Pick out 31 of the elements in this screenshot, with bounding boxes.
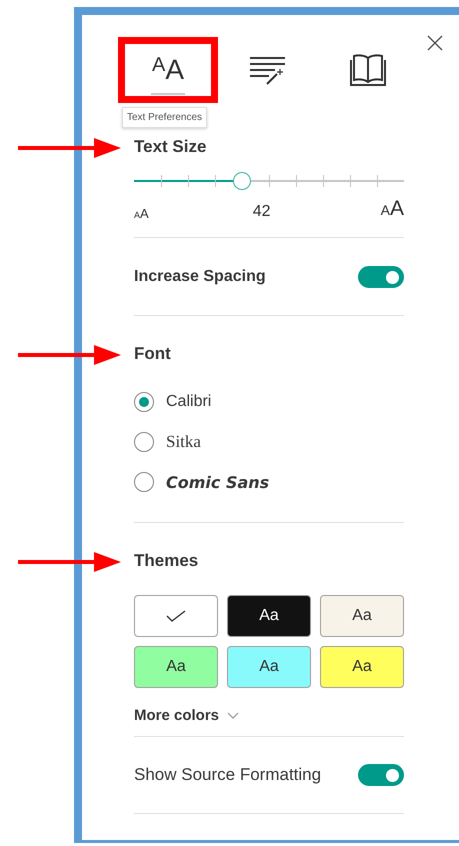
theme-swatch[interactable]: Aa (320, 595, 404, 637)
book-icon (350, 53, 386, 87)
tooltip: Text Preferences (122, 107, 208, 128)
close-icon[interactable] (427, 35, 443, 51)
more-colors-button[interactable]: More colors (134, 704, 240, 726)
radio-button[interactable] (134, 392, 154, 412)
toggle-switch[interactable] (358, 764, 404, 786)
theme-swatch[interactable]: Aa (227, 595, 311, 637)
theme-swatch[interactable]: Aa (320, 646, 404, 688)
small-text-label: AA (134, 206, 149, 221)
radio-button[interactable] (134, 472, 154, 492)
theme-swatch[interactable]: Aa (227, 646, 311, 688)
section-heading: Font (134, 344, 172, 364)
lines-wand-icon (249, 55, 287, 85)
check-icon (166, 610, 186, 622)
font-option[interactable]: Sitka (166, 432, 201, 452)
theme-swatch[interactable] (134, 595, 218, 637)
setting-label: Show Source Formatting (134, 765, 322, 785)
slider-thumb[interactable] (233, 172, 251, 190)
font-option[interactable]: Comic Sans (166, 472, 270, 492)
font-option[interactable]: Calibri (166, 393, 212, 411)
large-text-label: AA (380, 197, 404, 221)
radio-button[interactable] (134, 432, 154, 452)
slider[interactable] (134, 171, 404, 191)
theme-swatch[interactable]: Aa (134, 646, 218, 688)
chevron-down-icon (227, 712, 240, 718)
section-heading: Text Size (134, 137, 208, 157)
size-value: 42 (252, 203, 271, 221)
toggle-switch[interactable] (358, 266, 404, 288)
section-heading: Themes (134, 551, 200, 571)
setting-label: Increase Spacing (134, 268, 266, 286)
